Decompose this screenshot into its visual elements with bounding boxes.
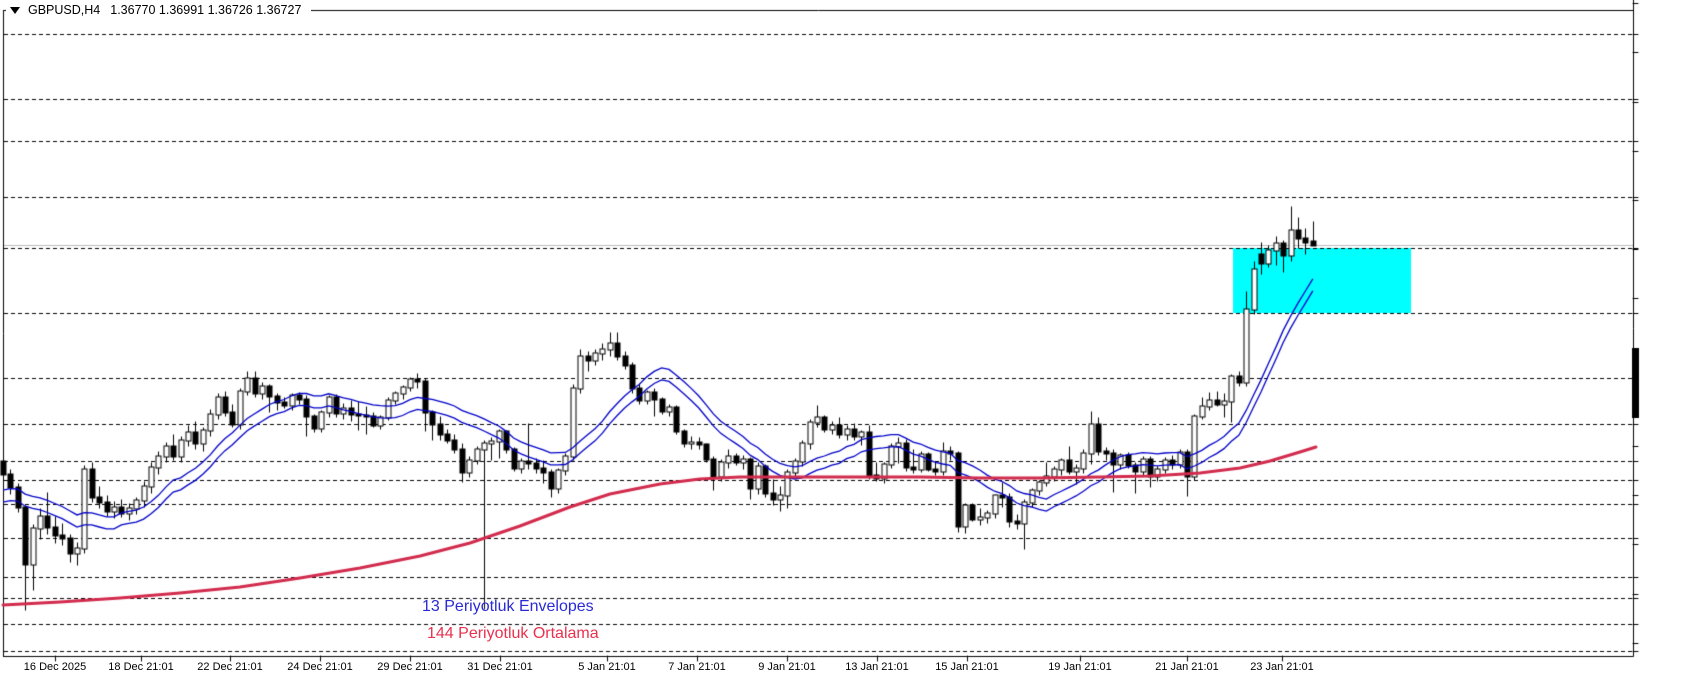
ma-indicator-label: 144 Periyotluk Ortalama <box>427 625 599 642</box>
time-axis-label: 5 Jan 21:01 <box>578 661 636 673</box>
chart-canvas[interactable] <box>0 0 1699 684</box>
symbol-down-triangle-icon <box>10 6 20 14</box>
time-axis-label: 13 Jan 21:01 <box>845 661 909 673</box>
time-axis-label: 21 Jan 21:01 <box>1155 661 1219 673</box>
time-axis-label: 23 Jan 21:01 <box>1250 661 1314 673</box>
envelopes-indicator-label: 13 Periyotluk Envelopes <box>422 598 594 615</box>
time-axis-label: 18 Dec 21:01 <box>108 661 174 673</box>
time-axis-label: 7 Jan 21:01 <box>668 661 726 673</box>
time-axis-label: 22 Dec 21:01 <box>197 661 263 673</box>
time-axis-label: 16 Dec 2025 <box>23 661 87 673</box>
ohlc-values: 1.36770 1.36991 1.36726 1.36727 <box>110 3 302 17</box>
symbol-timeframe-label: GBPUSD,H4 <box>28 3 101 17</box>
time-axis-label: 19 Jan 21:01 <box>1048 661 1112 673</box>
time-axis-label: 31 Dec 21:01 <box>467 661 533 673</box>
time-axis-label: 9 Jan 21:01 <box>758 661 816 673</box>
price-axis[interactable]: 1.393331.388031.382731.377431.372131.366… <box>1634 0 1699 656</box>
time-axis[interactable]: 16 Dec 2025 18 Dec 21:01 22 Dec 21:01 24 De… <box>0 657 1634 684</box>
chart-title: GBPUSD,H4 1.36770 1.36991 1.36726 1.3672… <box>6 0 312 20</box>
chart-window: GBPUSD,H4 1.36770 1.36991 1.36726 1.3672… <box>0 0 1699 684</box>
time-axis-label: 24 Dec 21:01 <box>287 661 353 673</box>
time-axis-label: 15 Jan 21:01 <box>935 661 999 673</box>
time-axis-label: 29 Dec 21:01 <box>377 661 443 673</box>
